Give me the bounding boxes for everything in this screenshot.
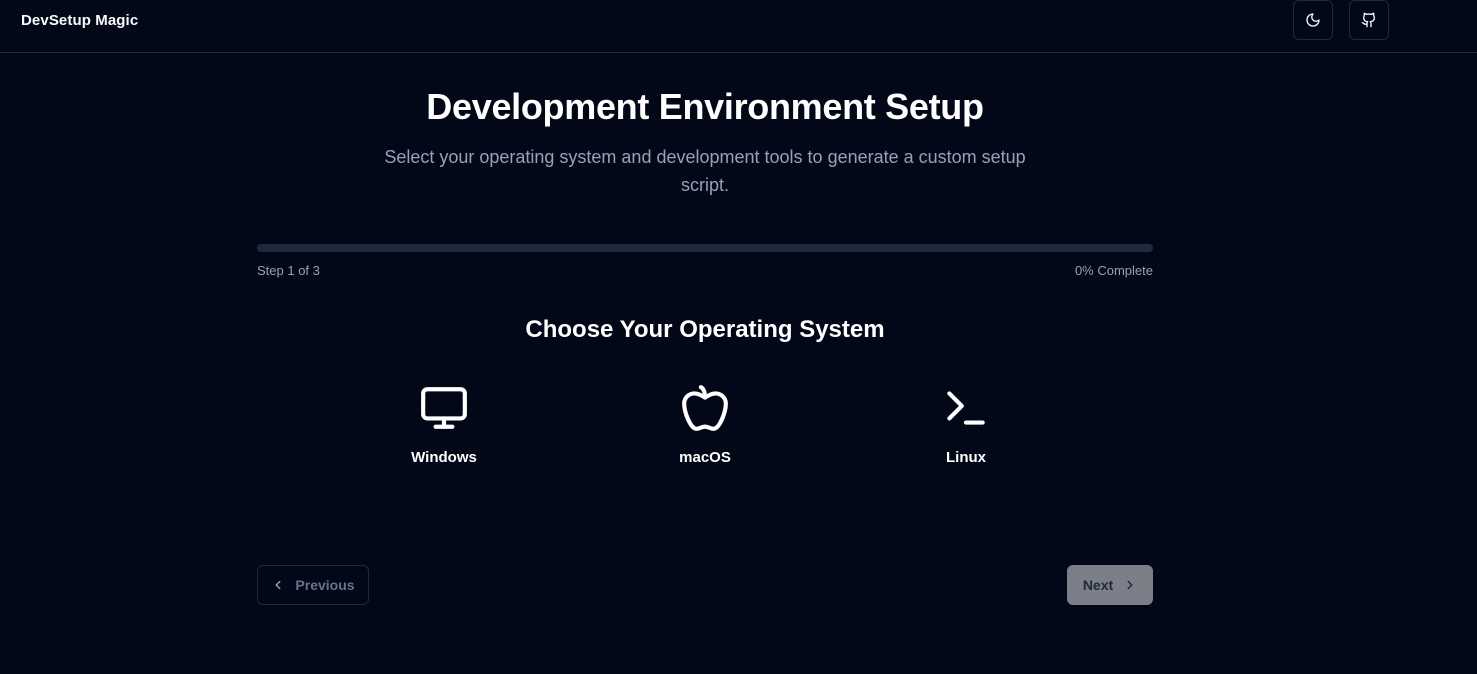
progress-percent: 0% Complete (1074, 263, 1153, 278)
theme-toggle-button[interactable] (1293, 0, 1333, 40)
chevron-right-icon (1127, 580, 1133, 590)
os-option-macos[interactable]: macOS (635, 383, 775, 483)
next-button-label: Next (1082, 577, 1114, 593)
top-navigation-bar: DevSetup Magic (0, 0, 1477, 53)
chevron-left-icon (275, 580, 281, 590)
next-button[interactable]: Next (1067, 565, 1153, 605)
monitor-icon (421, 387, 467, 429)
page-title: Development Environment Setup (426, 86, 984, 127)
os-label-macos: macOS (679, 449, 731, 466)
terminal-icon (947, 391, 985, 425)
previous-button[interactable]: Previous (257, 565, 369, 605)
previous-button-label: Previous (295, 577, 355, 593)
apple-icon (682, 385, 728, 431)
os-option-linux[interactable]: Linux (896, 383, 1036, 483)
step-indicator: Step 1 of 3 (257, 263, 320, 278)
page-subtitle: Select your operating system and develop… (384, 147, 1026, 195)
github-button[interactable] (1349, 0, 1389, 40)
os-label-windows: Windows (411, 449, 477, 466)
os-label-linux: Linux (946, 449, 986, 466)
moon-icon (1306, 13, 1320, 27)
progress-bar (257, 244, 1153, 252)
section-title: Choose Your Operating System (525, 316, 885, 343)
github-icon (1361, 12, 1376, 28)
brand-name[interactable]: DevSetup Magic (21, 12, 138, 29)
os-option-windows[interactable]: Windows (374, 383, 514, 483)
